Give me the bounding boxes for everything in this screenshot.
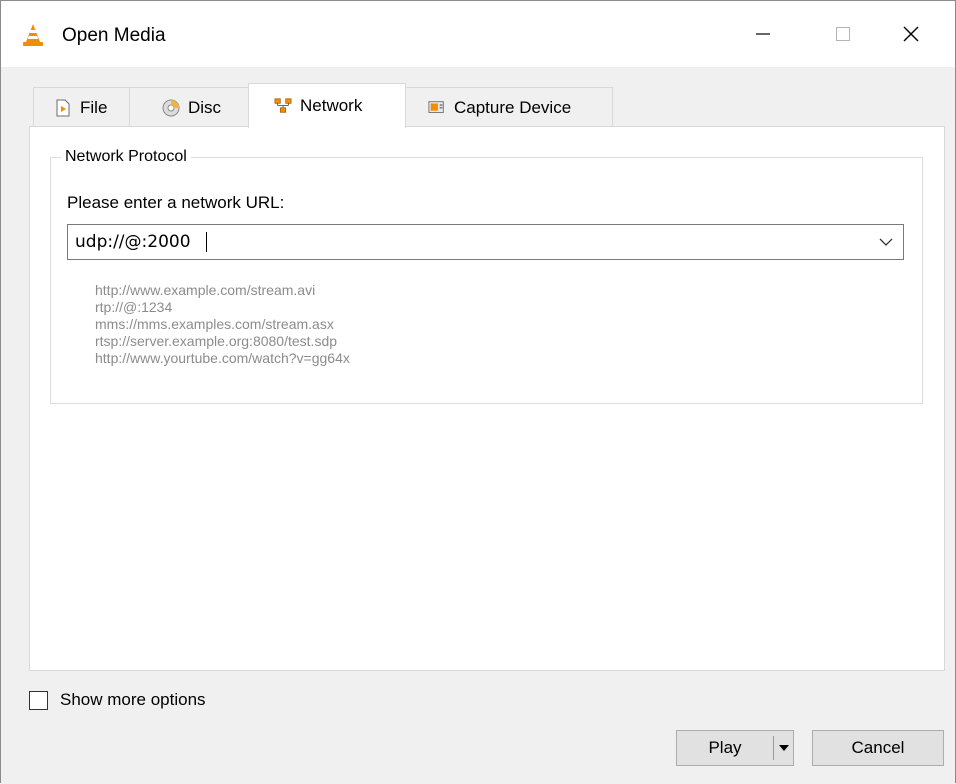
close-button[interactable]: [881, 1, 941, 67]
text-caret: [206, 232, 207, 252]
maximize-button[interactable]: [813, 1, 873, 67]
open-media-dialog: Open Media File Disc Network Capture Dev…: [0, 0, 956, 783]
file-play-icon: [54, 99, 72, 117]
network-tab-panel: Network Protocol Please enter a network …: [29, 126, 945, 671]
show-more-options-checkbox[interactable]: [29, 690, 48, 710]
chevron-down-icon: [879, 238, 893, 246]
minimize-button[interactable]: [733, 1, 793, 67]
network-url-combobox[interactable]: [67, 224, 904, 260]
play-options-dropdown[interactable]: [774, 731, 794, 765]
example-url: http://www.example.com/stream.avi: [95, 282, 316, 298]
title-bar: Open Media: [1, 1, 955, 67]
minimize-icon: [756, 33, 770, 35]
example-url: rtsp://server.example.org:8080/test.sdp: [95, 333, 338, 349]
example-url: rtp://@:1234: [95, 299, 173, 315]
maximize-icon: [836, 27, 850, 41]
capture-device-icon: [428, 99, 446, 117]
disc-icon: [162, 99, 180, 117]
window-title: Open Media: [62, 25, 166, 46]
network-protocol-group: Network Protocol Please enter a network …: [50, 146, 923, 404]
url-dropdown-button[interactable]: [869, 225, 903, 259]
show-more-options-label: Show more options: [60, 690, 206, 709]
example-url: http://www.yourtube.com/watch?v=gg64x: [95, 350, 350, 366]
tab-capture-device-label: Capture Device: [454, 97, 572, 117]
tab-network-label: Network: [300, 96, 363, 115]
tab-network[interactable]: Network: [248, 83, 406, 128]
close-icon: [903, 26, 919, 42]
url-examples: http://www.example.com/stream.avi rtp://…: [95, 282, 350, 367]
example-url: mms://mms.examples.com/stream.asx: [95, 316, 334, 332]
play-button[interactable]: Play: [677, 731, 773, 765]
tab-disc[interactable]: Disc: [129, 87, 249, 127]
url-label: Please enter a network URL:: [67, 193, 285, 212]
tab-file[interactable]: File: [33, 87, 130, 127]
tab-capture-device[interactable]: Capture Device: [405, 87, 613, 127]
caret-down-icon: [779, 745, 789, 751]
group-title: Network Protocol: [61, 146, 191, 168]
vlc-cone-icon: [23, 24, 43, 46]
show-more-options[interactable]: Show more options: [29, 690, 206, 710]
network-icon: [274, 97, 292, 115]
cancel-button[interactable]: Cancel: [812, 730, 944, 766]
play-split-button[interactable]: Play: [676, 730, 794, 766]
tab-file-label: File: [80, 97, 108, 117]
network-url-input[interactable]: [68, 225, 858, 259]
tab-disc-label: Disc: [188, 97, 222, 117]
